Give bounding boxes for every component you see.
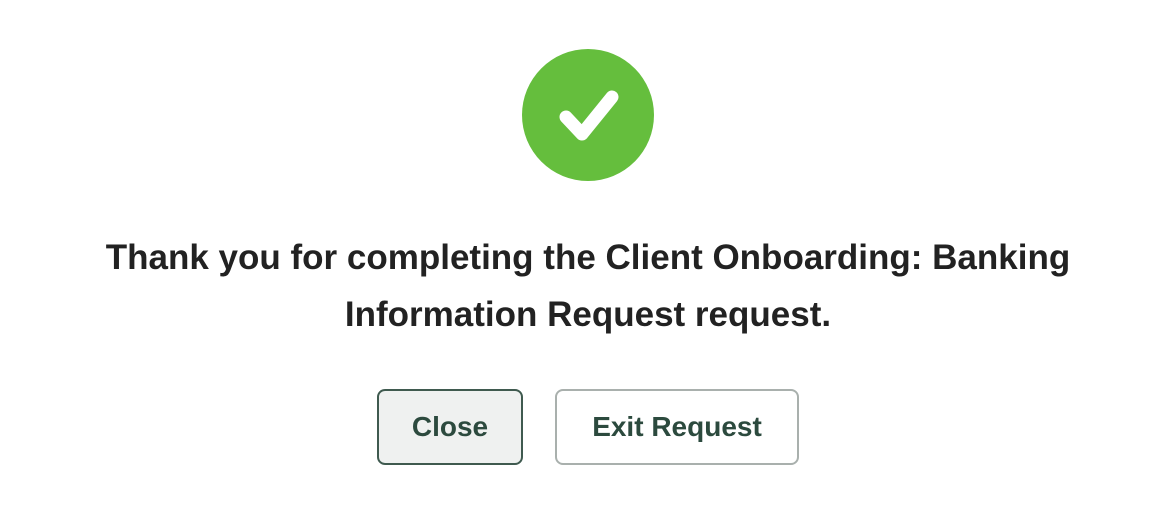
close-button[interactable]: Close (377, 389, 523, 465)
success-badge (522, 49, 654, 181)
exit-request-button[interactable]: Exit Request (555, 389, 799, 465)
completion-message: Thank you for completing the Client Onbo… (105, 238, 1071, 334)
completion-dialog: Thank you for completing the Client Onbo… (0, 0, 1172, 518)
check-icon (522, 49, 654, 181)
action-buttons: Close Exit Request (0, 389, 1172, 465)
